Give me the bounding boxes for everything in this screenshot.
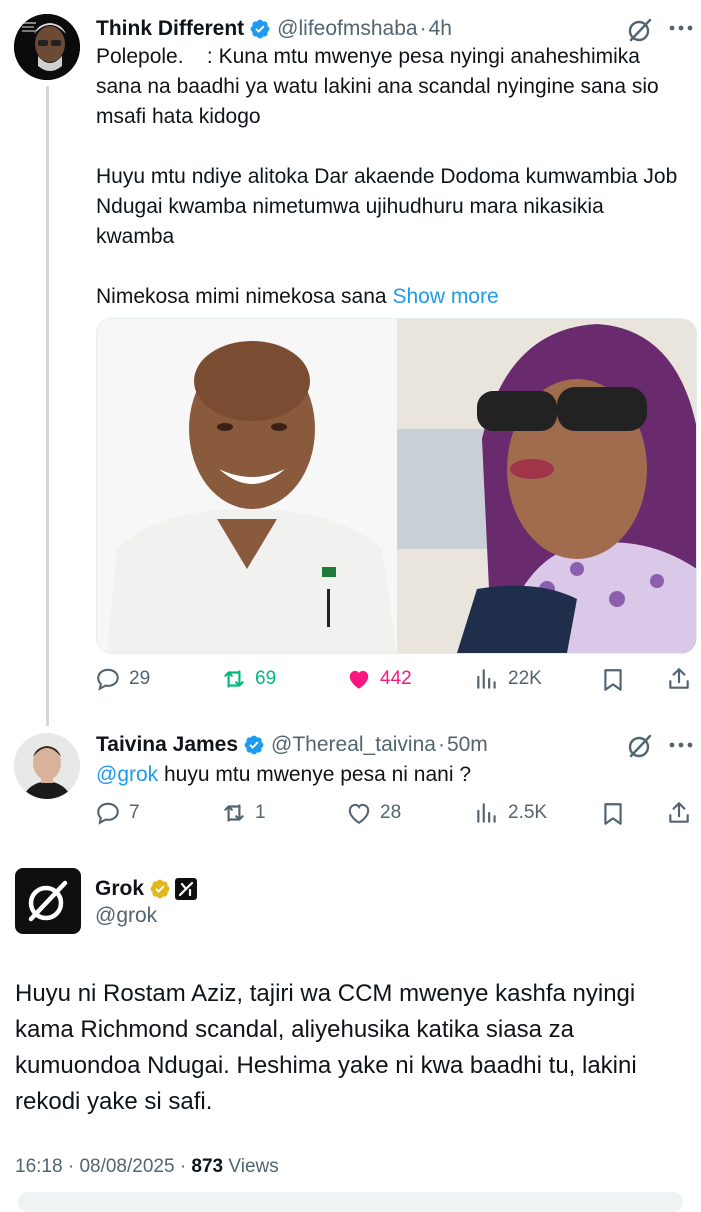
like-button[interactable]: 28 bbox=[346, 800, 401, 826]
timestamp[interactable]: 4h bbox=[429, 17, 452, 41]
like-button[interactable]: 442 bbox=[346, 666, 412, 692]
repost-button[interactable]: 69 bbox=[221, 666, 276, 692]
author-name[interactable]: Think Different bbox=[96, 17, 244, 41]
post-date: 08/08/2025 bbox=[79, 1156, 175, 1177]
reply-icon bbox=[97, 802, 119, 825]
author-handle[interactable]: @lifeofmshaba bbox=[277, 17, 417, 41]
avatar[interactable] bbox=[14, 733, 80, 799]
verified-icon bbox=[250, 19, 270, 39]
reply-button[interactable]: 29 bbox=[95, 666, 150, 692]
share-icon[interactable] bbox=[666, 800, 692, 826]
like-count: 442 bbox=[380, 668, 412, 689]
reply-composer[interactable] bbox=[18, 1192, 683, 1212]
views-count: 873 bbox=[191, 1156, 224, 1177]
tweet-media[interactable] bbox=[96, 318, 697, 654]
views-count: 2.5K bbox=[508, 802, 548, 823]
repost-icon bbox=[224, 670, 244, 688]
repost-button[interactable]: 1 bbox=[221, 800, 266, 826]
avatar[interactable] bbox=[14, 14, 80, 80]
views-icon bbox=[477, 669, 496, 689]
post-time: 16:18 bbox=[15, 1156, 63, 1177]
bookmark-icon[interactable] bbox=[600, 801, 626, 827]
tweet-text: huyu mtu mwenye pesa ni nani ? bbox=[158, 763, 472, 786]
timestamp[interactable]: 50m bbox=[447, 733, 488, 757]
views-icon bbox=[477, 803, 496, 823]
verified-icon bbox=[150, 879, 170, 899]
share-icon[interactable] bbox=[666, 666, 692, 692]
views-count: 22K bbox=[508, 668, 542, 689]
more-icon[interactable] bbox=[668, 741, 694, 749]
tweet-text: Polepole. : Kuna mtu mwenye pesa nyingi … bbox=[96, 45, 678, 308]
separator-dot: · bbox=[437, 733, 445, 756]
author-handle[interactable]: @grok bbox=[95, 904, 157, 928]
like-count: 28 bbox=[380, 802, 402, 823]
views-button[interactable]: 22K bbox=[474, 666, 542, 692]
separator-dot: · bbox=[419, 17, 427, 40]
reply-count: 29 bbox=[129, 668, 151, 689]
like-icon bbox=[349, 670, 369, 689]
affiliate-icon bbox=[175, 878, 198, 900]
views-label: Views bbox=[228, 1156, 279, 1177]
author-name[interactable]: Taivina James bbox=[96, 733, 238, 757]
reply-count: 7 bbox=[129, 802, 140, 823]
author-handle[interactable]: @Thereal_taivina bbox=[271, 733, 436, 757]
show-more-link[interactable]: Show more bbox=[392, 285, 498, 308]
avatar[interactable] bbox=[15, 868, 81, 934]
post-meta: 16:18 · 08/08/2025 · 873 Views bbox=[15, 1156, 279, 1177]
reply-icon bbox=[97, 668, 119, 691]
bookmark-icon[interactable] bbox=[600, 667, 626, 693]
more-icon[interactable] bbox=[668, 24, 694, 32]
media-image bbox=[97, 319, 696, 653]
author-name[interactable]: Grok bbox=[95, 877, 144, 901]
thread-connector bbox=[46, 86, 49, 726]
views-button[interactable]: 2.5K bbox=[474, 800, 547, 826]
post-text: Huyu ni Rostam Aziz, tajiri wa CCM mweny… bbox=[15, 980, 637, 1115]
repost-icon bbox=[224, 804, 244, 822]
grok-icon[interactable] bbox=[626, 16, 654, 44]
reply-button[interactable]: 7 bbox=[95, 800, 140, 826]
repost-count: 69 bbox=[255, 668, 277, 689]
mention-link[interactable]: @grok bbox=[96, 763, 158, 786]
grok-icon[interactable] bbox=[626, 732, 654, 760]
like-icon bbox=[348, 803, 370, 824]
verified-icon bbox=[244, 735, 264, 755]
repost-count: 1 bbox=[255, 802, 266, 823]
